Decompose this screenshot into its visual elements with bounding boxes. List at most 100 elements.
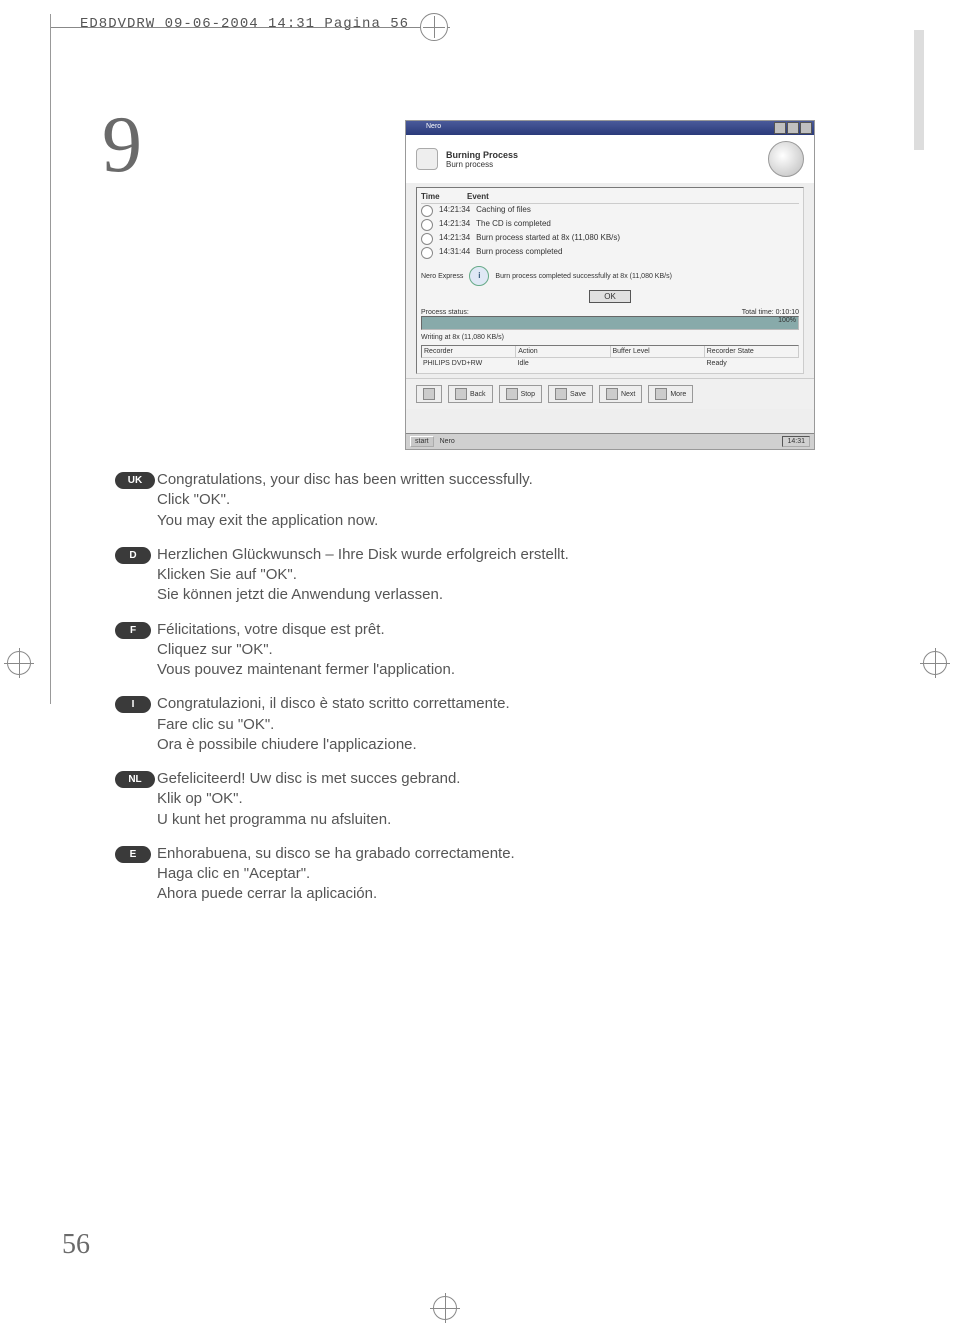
header-text: ED8DVDRW 09-06-2004 14:31 Pagina 56 <box>80 16 409 32</box>
lang-line: Vous pouvez maintenant fermer l'applicat… <box>157 660 755 680</box>
log-time: 14:21:34 <box>439 205 470 217</box>
lang-line: Ahora puede cerrar la aplicación. <box>157 884 755 904</box>
crop-mark-left <box>4 648 34 678</box>
lang-e: E Enhorabuena, su disco se ha grabado co… <box>115 844 755 905</box>
lang-nl: NL Gefeliciteerd! Uw disc is met succes … <box>115 769 755 830</box>
lang-line: Congratulations, your disc has been writ… <box>157 470 755 490</box>
col-buffer: Buffer Level <box>611 346 705 357</box>
status-icon <box>421 233 433 245</box>
cell-buffer <box>610 360 705 367</box>
stop-icon <box>506 388 518 400</box>
nero-screenshot: Nero Burning Process Burn process Time E… <box>405 120 815 450</box>
total-time-value: 0:10:10 <box>776 309 799 316</box>
lang-line: Gefeliciteerd! Uw disc is met succes geb… <box>157 769 755 789</box>
lang-line: Félicitations, votre disque est prêt. <box>157 620 755 640</box>
app-heading: Burning Process <box>446 150 518 160</box>
lang-d: D Herzlichen Glückwunsch – Ihre Disk wur… <box>115 545 755 606</box>
lang-line: Ora è possibile chiudere l'applicazione. <box>157 735 755 755</box>
status-icon <box>421 247 433 259</box>
col-recorder: Recorder <box>422 346 516 357</box>
taskbar: start Nero 14:31 <box>406 433 814 449</box>
crop-mark-bottom <box>430 1293 460 1323</box>
log-event: Burn process completed <box>476 247 562 259</box>
more-button[interactable]: More <box>648 385 693 403</box>
lang-line: Congratulazioni, il disco è stato scritt… <box>157 694 755 714</box>
maximize-icon[interactable] <box>787 122 799 134</box>
step-number: 9 <box>102 100 142 191</box>
lang-pill-d: D <box>115 547 151 564</box>
minimize-icon[interactable] <box>774 122 786 134</box>
log-panel: Time Event 14:21:34Caching of files 14:2… <box>416 187 804 374</box>
lang-pill-e: E <box>115 846 151 863</box>
info-icon: i <box>469 266 489 286</box>
recorder-table-header: Recorder Action Buffer Level Recorder St… <box>421 345 799 358</box>
stop-button[interactable]: Stop <box>499 385 542 403</box>
back-button[interactable]: Back <box>448 385 493 403</box>
info-title: Nero Express <box>421 273 463 280</box>
lang-line: U kunt het programma nu afsluiten. <box>157 810 755 830</box>
window-title: Nero <box>406 121 814 132</box>
info-message: Burn process completed successfully at 8… <box>495 273 799 280</box>
lang-line: Cliquez sur "OK". <box>157 640 755 660</box>
lang-line: Sie können jetzt die Anwendung verlassen… <box>157 585 755 605</box>
lang-i: I Congratulazioni, il disco è stato scri… <box>115 694 755 755</box>
lang-line: Klik op "OK". <box>157 789 755 809</box>
writing-speed-label: Writing at 8x (11,080 KB/s) <box>421 334 799 341</box>
system-tray: 14:31 <box>782 436 810 447</box>
ok-button[interactable]: OK <box>589 290 631 303</box>
recorder-table-row: PHILIPS DVD+RW Idle Ready <box>421 358 799 369</box>
next-icon <box>606 388 618 400</box>
flame-icon <box>423 388 435 400</box>
status-icon <box>421 205 433 217</box>
start-button[interactable]: start <box>410 436 434 447</box>
cell-recorder: PHILIPS DVD+RW <box>421 360 516 367</box>
lang-pill-nl: NL <box>115 771 155 788</box>
save-button[interactable]: Save <box>548 385 593 403</box>
header-rule <box>50 27 450 28</box>
lang-line: Click "OK". <box>157 490 755 510</box>
lang-pill-i: I <box>115 696 151 713</box>
nero-button[interactable] <box>416 385 442 403</box>
lang-line: Herzlichen Glückwunsch – Ihre Disk wurde… <box>157 545 755 565</box>
app-subheading: Burn process <box>446 160 493 169</box>
app-header: Burning Process Burn process <box>406 135 814 183</box>
crop-mark-right <box>920 648 950 678</box>
lang-f: F Félicitations, votre disque est prêt. … <box>115 620 755 681</box>
close-icon[interactable] <box>800 122 812 134</box>
total-time-label: Total time: <box>742 309 774 316</box>
lang-pill-uk: UK <box>115 472 155 489</box>
log-event: Caching of files <box>476 205 531 217</box>
more-icon <box>655 388 667 400</box>
taskbar-item[interactable]: Nero <box>440 438 455 445</box>
instructions-block: UK Congratulations, your disc has been w… <box>115 470 755 919</box>
progress-percent: 100% <box>778 317 796 324</box>
next-button[interactable]: Next <box>599 385 642 403</box>
lang-line: Fare clic su "OK". <box>157 715 755 735</box>
window-titlebar: Nero <box>406 121 814 135</box>
log-event: Burn process started at 8x (11,080 KB/s) <box>476 233 620 245</box>
log-time: 14:31:44 <box>439 247 470 259</box>
lang-line: Klicken Sie auf "OK". <box>157 565 755 585</box>
lang-pill-f: F <box>115 622 151 639</box>
col-state: Recorder State <box>705 346 798 357</box>
save-icon <box>555 388 567 400</box>
cell-action: Idle <box>516 360 611 367</box>
header-crop-mark <box>420 13 448 41</box>
window-controls[interactable] <box>774 122 812 134</box>
bottom-toolbar: Back Stop Save Next More <box>406 378 814 409</box>
page-edge-shade <box>914 30 924 150</box>
progress-label: Process status: <box>421 309 469 316</box>
log-col-time: Time <box>421 192 461 201</box>
log-event: The CD is completed <box>476 219 551 231</box>
nero-logo-icon <box>768 141 804 177</box>
page-number: 56 <box>62 1229 90 1261</box>
cell-state: Ready <box>705 360 800 367</box>
log-time: 14:21:34 <box>439 219 470 231</box>
back-icon <box>455 388 467 400</box>
col-action: Action <box>516 346 610 357</box>
log-time: 14:21:34 <box>439 233 470 245</box>
info-dialog: Nero Express i Burn process completed su… <box>421 266 799 286</box>
app-icon <box>416 148 438 170</box>
lang-line: You may exit the application now. <box>157 511 755 531</box>
progress-bar: 100% <box>421 316 799 330</box>
